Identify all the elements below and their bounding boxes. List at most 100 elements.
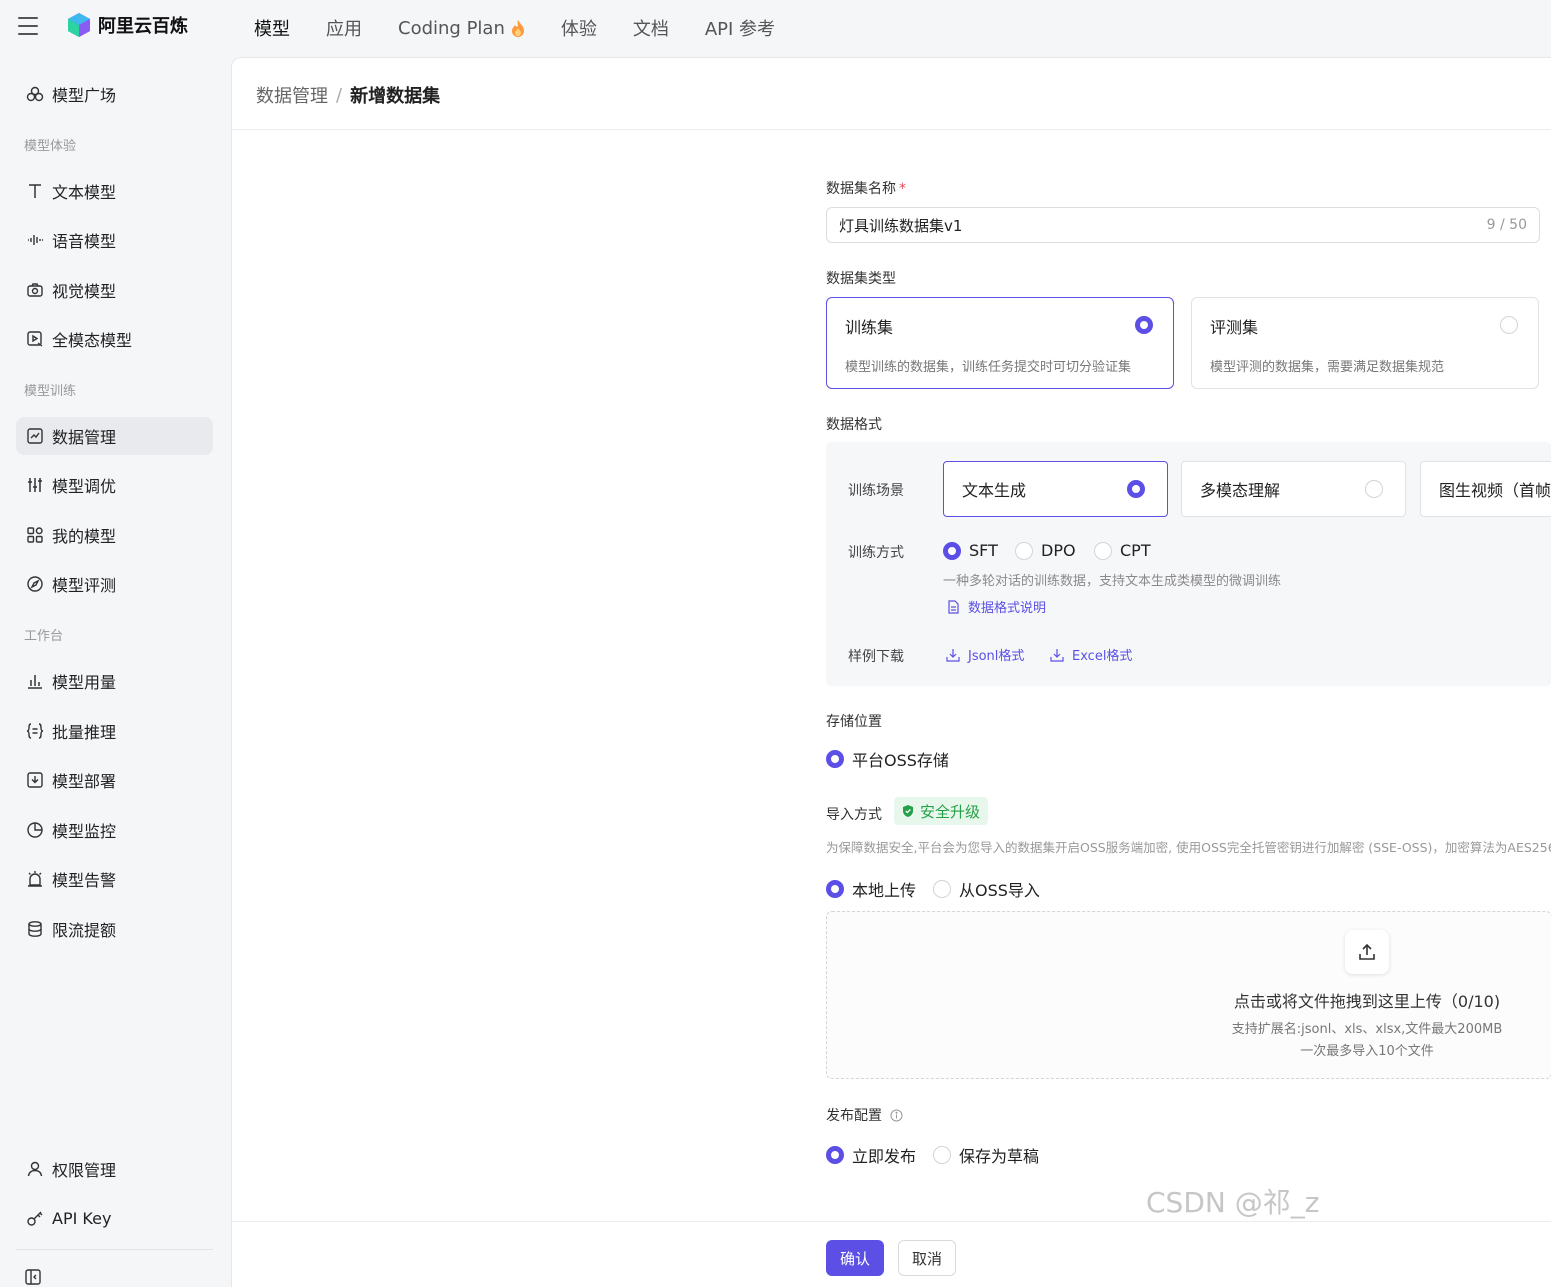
scene-card-label: 多模态理解 bbox=[1200, 481, 1281, 500]
sidebar-divider bbox=[16, 1249, 213, 1250]
sidebar-item-batch-inference[interactable]: 批量推理 bbox=[16, 712, 213, 750]
method-cpt-option[interactable]: CPT bbox=[1094, 541, 1151, 560]
scene-card-image-to-video[interactable]: 图生视频（首帧） bbox=[1420, 461, 1551, 517]
publish-now-radio[interactable] bbox=[826, 1146, 844, 1164]
upload-icon bbox=[1359, 943, 1375, 960]
sidebar: 模型广场 模型体验 文本模型 语音模型 视觉模型 全模态模型 模型训练 数据管理… bbox=[0, 56, 231, 1287]
excel-download-link[interactable]: Excel格式 bbox=[1050, 645, 1132, 664]
sidebar-item-label: 限流提额 bbox=[52, 921, 117, 940]
dataset-name-label: 数据集名称 * bbox=[826, 178, 906, 198]
breadcrumb-parent[interactable]: 数据管理 bbox=[256, 82, 328, 108]
sidebar-item-vision-model[interactable]: 视觉模型 bbox=[16, 271, 213, 309]
method-dpo-option[interactable]: DPO bbox=[1015, 541, 1076, 560]
publish-draft-radio[interactable] bbox=[933, 1146, 951, 1164]
sidebar-item-model-alarm[interactable]: 模型告警 bbox=[16, 860, 213, 898]
jsonl-download-link[interactable]: Jsonl格式 bbox=[946, 645, 1024, 664]
method-dpo-radio[interactable] bbox=[1015, 541, 1033, 560]
storage-oss-radio[interactable] bbox=[826, 750, 844, 768]
storage-oss-option[interactable]: 平台OSS存储 bbox=[826, 747, 949, 771]
data-format-label: 数据格式 bbox=[826, 417, 882, 433]
breadcrumb: 数据管理 / 新增数据集 bbox=[256, 82, 440, 108]
sidebar-item-api-key[interactable]: API Key bbox=[16, 1199, 213, 1237]
dataset-form: 数据集名称 * 灯具训练数据集v1 9 / 50 数据集类型 训练集 模型训练的数… bbox=[826, 58, 1551, 1287]
sidebar-item-label: 视觉模型 bbox=[52, 282, 117, 301]
info-icon[interactable] bbox=[890, 1109, 903, 1122]
import-oss-label: 从OSS导入 bbox=[959, 881, 1040, 900]
upload-extensions-hint: 支持扩展名:jsonl、xls、xlsx,文件最大200MB bbox=[1231, 1022, 1503, 1037]
confirm-button[interactable]: 确认 bbox=[826, 1240, 884, 1276]
nav-docs[interactable]: 文档 bbox=[633, 15, 669, 41]
sidebar-item-speech-model[interactable]: 语音模型 bbox=[16, 221, 213, 259]
sidebar-item-label: 批量推理 bbox=[52, 723, 117, 742]
nav-apps[interactable]: 应用 bbox=[326, 15, 362, 41]
nav-models[interactable]: 模型 bbox=[254, 15, 290, 41]
sidebar-item-label: 模型广场 bbox=[52, 86, 117, 105]
publish-draft-option[interactable]: 保存为草稿 bbox=[933, 1143, 1039, 1167]
sidebar-item-model-eval[interactable]: 模型评测 bbox=[16, 565, 213, 603]
sidebar-item-omni-model[interactable]: 全模态模型 bbox=[16, 320, 213, 358]
sidebar-item-label: 模型监控 bbox=[52, 822, 117, 841]
cancel-button[interactable]: 取消 bbox=[898, 1240, 956, 1276]
type-train-radio[interactable] bbox=[1135, 316, 1153, 334]
nav-coding-plan[interactable]: Coding Plan bbox=[398, 18, 525, 39]
download-box-icon bbox=[27, 772, 43, 788]
apps-icon bbox=[27, 527, 43, 543]
method-sft-option[interactable]: SFT bbox=[943, 541, 998, 560]
sidebar-item-label: 模型部署 bbox=[52, 772, 117, 791]
sidebar-item-model-deploy[interactable]: 模型部署 bbox=[16, 761, 213, 799]
pie-chart-icon bbox=[27, 822, 43, 838]
camera-icon bbox=[27, 283, 43, 297]
brand-logo[interactable]: 阿里云百炼 bbox=[66, 12, 188, 38]
scene-card-text-generation[interactable]: 文本生成 bbox=[943, 461, 1168, 517]
sidebar-item-data-management[interactable]: 数据管理 bbox=[16, 417, 213, 455]
brand-logo-icon bbox=[68, 13, 90, 37]
storage-oss-label: 平台OSS存储 bbox=[852, 751, 949, 770]
alarm-light-icon bbox=[28, 871, 42, 887]
sidebar-item-model-usage[interactable]: 模型用量 bbox=[16, 662, 213, 700]
upload-title: 点击或将文件拖拽到这里上传（0/10) bbox=[1233, 992, 1501, 1011]
sidebar-item-label: 文本模型 bbox=[52, 183, 117, 202]
collapse-sidebar-icon[interactable] bbox=[24, 1268, 42, 1286]
sidebar-item-model-tuning[interactable]: 模型调优 bbox=[16, 466, 213, 504]
publish-now-option[interactable]: 立即发布 bbox=[826, 1143, 916, 1167]
method-sft-radio[interactable] bbox=[943, 541, 961, 560]
dataset-name-input[interactable]: 灯具训练数据集v1 9 / 50 bbox=[826, 207, 1540, 243]
sidebar-item-label: 我的模型 bbox=[52, 527, 117, 546]
sidebar-item-rate-limit[interactable]: 限流提额 bbox=[16, 910, 213, 948]
method-dpo-label: DPO bbox=[1041, 541, 1076, 560]
import-method-label: 导入方式 bbox=[826, 807, 882, 823]
nav-api-reference[interactable]: API 参考 bbox=[705, 15, 775, 41]
scene-mm-radio[interactable] bbox=[1365, 480, 1383, 498]
method-cpt-radio[interactable] bbox=[1094, 541, 1112, 560]
file-upload-dropzone[interactable]: 点击或将文件拖拽到这里上传（0/10) 支持扩展名:jsonl、xls、xlsx… bbox=[826, 911, 1551, 1079]
sidebar-item-label: 模型评测 bbox=[52, 576, 117, 595]
sidebar-item-label: API Key bbox=[52, 1208, 112, 1228]
shield-icon bbox=[903, 805, 913, 817]
sidebar-group-experience: 模型体验 bbox=[24, 139, 77, 154]
import-oss-option[interactable]: 从OSS导入 bbox=[933, 877, 1040, 901]
sidebar-item-permissions[interactable]: 权限管理 bbox=[16, 1150, 213, 1188]
format-doc-link[interactable]: 数据格式说明 bbox=[946, 597, 1046, 616]
nav-experience[interactable]: 体验 bbox=[561, 15, 597, 41]
sidebar-item-my-models[interactable]: 我的模型 bbox=[16, 516, 213, 554]
scene-card-multimodal[interactable]: 多模态理解 bbox=[1181, 461, 1406, 517]
method-cpt-label: CPT bbox=[1120, 541, 1151, 560]
security-upgrade-text: 安全升级 bbox=[920, 802, 981, 821]
sidebar-item-label: 语音模型 bbox=[52, 232, 117, 251]
sidebar-item-model-square[interactable]: 模型广场 bbox=[16, 75, 213, 113]
type-eval-radio[interactable] bbox=[1500, 316, 1518, 334]
scene-text-radio[interactable] bbox=[1127, 480, 1145, 498]
import-local-option[interactable]: 本地上传 bbox=[826, 877, 916, 901]
type-card-train[interactable]: 训练集 模型训练的数据集，训练任务提交时可切分验证集 bbox=[826, 297, 1174, 389]
scene-card-label: 文本生成 bbox=[962, 481, 1027, 500]
type-card-eval[interactable]: 评测集 模型评测的数据集，需要满足数据集规范 bbox=[1191, 297, 1539, 389]
import-local-label: 本地上传 bbox=[852, 881, 917, 900]
sidebar-group-training: 模型训练 bbox=[24, 384, 77, 399]
training-scene-label: 训练场景 bbox=[848, 483, 904, 499]
import-oss-radio[interactable] bbox=[933, 880, 951, 898]
import-local-radio[interactable] bbox=[826, 880, 844, 898]
sidebar-item-model-monitor[interactable]: 模型监控 bbox=[16, 811, 213, 849]
sidebar-item-text-model[interactable]: 文本模型 bbox=[16, 172, 213, 210]
sidebar-item-label: 数据管理 bbox=[52, 428, 117, 447]
hamburger-menu-icon[interactable] bbox=[18, 17, 38, 35]
